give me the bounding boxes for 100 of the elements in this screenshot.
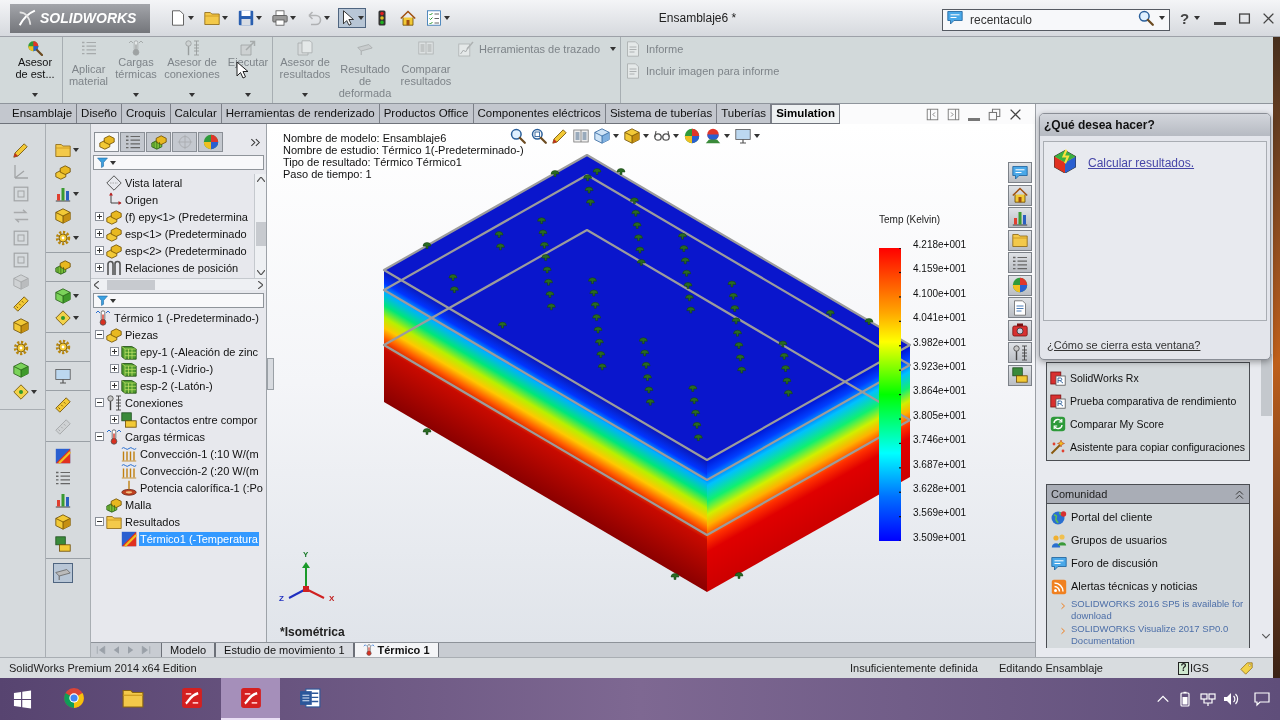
tree-item[interactable]: esp<2> (Predeterminado: [124, 243, 248, 258]
battery-icon[interactable]: [1177, 691, 1193, 707]
close-icon[interactable]: [1009, 107, 1022, 121]
minus-box-icon[interactable]: [95, 398, 104, 407]
scrollbar-thumb[interactable]: [255, 222, 266, 246]
restore-icon[interactable]: [988, 107, 1001, 121]
sphere-icon[interactable]: [684, 128, 700, 144]
ribbon-tab[interactable]: Productos Office: [379, 104, 474, 123]
plus-box-icon[interactable]: [95, 263, 104, 272]
resource-link[interactable]: SolidWorks Rx: [1070, 371, 1139, 384]
view-tool-button[interactable]: [1008, 342, 1032, 363]
ribbon-tab[interactable]: Sistema de tuberías: [605, 104, 718, 123]
toolbar-button[interactable]: [424, 8, 452, 28]
tree-item[interactable]: (f) epy<1> (Predetermina: [124, 209, 249, 224]
document-tab[interactable]: Estudio de movimiento 1: [215, 643, 354, 657]
help-button[interactable]: ?: [1180, 10, 1190, 26]
help-symbol[interactable]: ?: [1178, 661, 1189, 675]
minimize-icon[interactable]: [968, 117, 980, 121]
section-header[interactable]: Comunidad: [1047, 485, 1249, 504]
ribbon-tab[interactable]: Croquis: [121, 104, 171, 123]
tree-item[interactable]: esp-2 (-Latón-): [139, 378, 214, 393]
community-link[interactable]: Alertas técnicas y noticias: [1071, 578, 1198, 595]
vertical-scrollbar[interactable]: [254, 174, 266, 278]
ribbon-tab[interactable]: Herramientas de renderizado: [221, 104, 380, 123]
scrollbar-thumb[interactable]: [1261, 354, 1272, 416]
double-chevron-up-icon[interactable]: [1234, 488, 1245, 500]
tree-item[interactable]: Convección-2 (:20 W/(m: [139, 463, 260, 478]
minus-box-icon[interactable]: [95, 517, 104, 526]
panel-right-icon[interactable]: [947, 107, 960, 121]
panel-tab[interactable]: [146, 132, 171, 152]
speaker-icon[interactable]: [1223, 691, 1239, 707]
notification-icon[interactable]: [1254, 691, 1270, 707]
view-tool-button[interactable]: [1008, 319, 1032, 341]
tree-item[interactable]: Contactos entre compor: [139, 412, 259, 427]
plus-box-icon[interactable]: [110, 347, 119, 356]
search-field[interactable]: recentaculo: [942, 9, 1170, 31]
resource-link[interactable]: Asistente para copiar configuraciones: [1070, 440, 1246, 453]
panel-left-icon[interactable]: [926, 107, 939, 121]
community-link[interactable]: Portal del cliente: [1071, 509, 1153, 526]
filter-field[interactable]: [93, 155, 264, 170]
tree-item[interactable]: esp-1 (-Vidrio-): [139, 361, 215, 376]
plus-box-icon[interactable]: [95, 212, 104, 221]
split-panel-icon[interactable]: [573, 128, 589, 144]
magnifier-icon[interactable]: [510, 128, 526, 144]
tree-item[interactable]: Piezas: [124, 327, 160, 342]
tree-item[interactable]: epy-1 (-Aleación de zinc: [139, 344, 259, 359]
magnifier-icon[interactable]: [1138, 10, 1154, 26]
view-tool-button[interactable]: [1008, 207, 1032, 228]
network-icon[interactable]: [1200, 691, 1216, 707]
units-text[interactable]: IGS: [1190, 659, 1209, 677]
community-link[interactable]: Grupos de usuarios: [1071, 532, 1167, 549]
toolbar-button[interactable]: [270, 8, 298, 28]
plus-box-icon[interactable]: [110, 381, 119, 390]
plus-box-icon[interactable]: [110, 364, 119, 373]
ribbon-button[interactable]: Asesor de est...: [12, 39, 58, 102]
panel-collapse-handle[interactable]: [267, 358, 274, 390]
tree-item[interactable]: Malla: [124, 497, 153, 512]
scrollbar-thumb[interactable]: [107, 279, 155, 290]
sphere-stand-icon[interactable]: [705, 128, 721, 144]
view-tool-button[interactable]: [1008, 274, 1032, 296]
view-tool-button[interactable]: [1008, 364, 1032, 386]
double-chevron-icon[interactable]: [250, 137, 261, 148]
cube-icon[interactable]: [594, 128, 610, 144]
horizontal-scrollbar[interactable]: [91, 278, 266, 290]
tree-item[interactable]: Resultados: [124, 514, 182, 529]
filter-field[interactable]: [93, 293, 264, 308]
pencil-icon[interactable]: [552, 128, 568, 144]
minus-box-icon[interactable]: [95, 330, 104, 339]
magnifier-icon[interactable]: [531, 128, 547, 144]
tree-item[interactable]: Térmico 1 (-Predeterminado-): [113, 310, 260, 325]
plus-box-icon[interactable]: [95, 246, 104, 255]
maximize-button[interactable]: [1238, 11, 1252, 25]
tree-item[interactable]: Origen: [124, 192, 160, 207]
toolbar-button[interactable]: [338, 8, 366, 28]
panel-tab[interactable]: [94, 132, 119, 152]
panel-tab[interactable]: [120, 132, 145, 152]
monitor-icon[interactable]: [735, 128, 751, 144]
news-link[interactable]: SOLIDWORKS Visualize 2017 SP0.0 Documentation: [1071, 623, 1245, 647]
panel-tab[interactable]: [198, 132, 223, 152]
news-link[interactable]: SOLIDWORKS 2016 SP5 is available for download: [1071, 598, 1245, 622]
ribbon-tab[interactable]: Diseño: [77, 104, 122, 123]
cube-icon[interactable]: [624, 128, 640, 144]
view-tool-button[interactable]: [1008, 184, 1032, 206]
ribbon-tab[interactable]: Ensamblaje: [8, 104, 78, 123]
resource-link[interactable]: Comparar My Score: [1070, 417, 1164, 430]
action-link[interactable]: Calcular resultados.: [1088, 154, 1195, 172]
help-link[interactable]: ¿Cómo se cierra esta ventana?: [1047, 336, 1201, 353]
tree-item[interactable]: esp<1> (Predeterminado: [124, 226, 248, 241]
plus-box-icon[interactable]: [95, 229, 104, 238]
close-button[interactable]: [1262, 11, 1276, 25]
glasses-icon[interactable]: [654, 128, 670, 144]
view-tool-button[interactable]: [1008, 252, 1032, 273]
document-tab[interactable]: Térmico 1: [353, 643, 439, 657]
tree-item[interactable]: Relaciones de posición: [124, 260, 240, 275]
tag-icon[interactable]: [1240, 661, 1253, 675]
tree-item[interactable]: Convección-1 (:10 W/(m: [139, 446, 260, 461]
minus-box-icon[interactable]: [95, 432, 104, 441]
tree-item[interactable]: Cargas térmicas: [124, 429, 207, 444]
taskbar-app[interactable]: [221, 678, 280, 720]
plus-box-icon[interactable]: [110, 415, 119, 424]
